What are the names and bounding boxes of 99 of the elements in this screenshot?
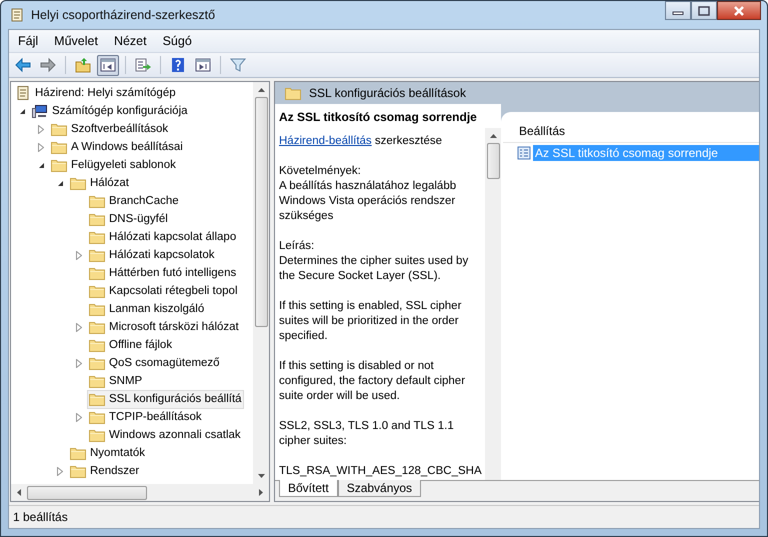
folder-icon: [89, 302, 105, 316]
help-icon: [170, 57, 186, 73]
setting-icon: [517, 146, 531, 160]
collapsed-triangle-icon[interactable]: [38, 142, 44, 152]
description-paragraph: If this setting is enabled, SSL cipher suites will be prioritized in the order specified.: [279, 299, 462, 344]
folder-icon: [285, 86, 301, 100]
tree-item[interactable]: Offline fájlok: [87, 336, 174, 354]
scroll-down-icon[interactable]: [258, 474, 264, 478]
scroll-up-icon[interactable]: [258, 88, 264, 92]
description-paragraph: TLS_RSA_WITH_AES_128_CBC_SHA: [279, 464, 483, 479]
scroll-right-icon[interactable]: [259, 489, 263, 496]
right-arrow-icon: [40, 57, 56, 73]
folder-icon: [89, 410, 105, 424]
scroll-thumb[interactable]: [486, 143, 500, 179]
edit-policy-text: Házirend-beállítás szerkesztése: [279, 134, 443, 149]
expanded-triangle-icon[interactable]: [56, 180, 64, 186]
menu-item[interactable]: Fájl: [11, 32, 46, 50]
scroll-icon: [15, 85, 31, 101]
panel-icon: [100, 57, 116, 73]
column-header[interactable]: Beállítás: [503, 120, 759, 143]
collapsed-triangle-icon[interactable]: [76, 322, 82, 332]
left-arrow-icon: [15, 57, 31, 73]
folder-icon: [89, 194, 105, 208]
tree-item[interactable]: DNS-ügyfél: [87, 210, 170, 228]
section-header: SSL konfigurációs beállítások: [275, 82, 759, 104]
computer-icon: [32, 104, 48, 118]
collapsed-triangle-icon[interactable]: [38, 124, 44, 134]
maximize-icon: [698, 6, 710, 16]
folder-icon: [70, 446, 86, 460]
tree-item[interactable]: Windows azonnali csatlak: [87, 426, 243, 444]
window-title: Helyi csoportházirend-szerkesztő: [31, 8, 216, 22]
folder-icon: [89, 320, 105, 334]
filter-icon: [230, 57, 246, 73]
folder-icon: [89, 428, 105, 442]
scroll-up-icon[interactable]: [490, 134, 496, 138]
tree-item[interactable]: Házirend: Helyi számítógép: [13, 84, 178, 102]
folder-up-icon: [75, 57, 91, 73]
tree-item[interactable]: Rendszer: [68, 462, 142, 480]
expanded-triangle-icon[interactable]: [38, 162, 44, 168]
tree-item[interactable]: SNMP: [87, 372, 144, 390]
collapsed-triangle-icon[interactable]: [57, 466, 63, 476]
folder-icon: [89, 338, 105, 352]
menu-item[interactable]: Nézet: [106, 32, 154, 50]
horizontal-scrollbar[interactable]: [11, 484, 269, 501]
minimize-button[interactable]: [665, 1, 691, 20]
tree-item[interactable]: BranchCache: [87, 192, 181, 210]
tab[interactable]: Bővített: [279, 480, 338, 497]
description-paragraph: Leírás: Determines the cipher suites used by the Secure Socket Layer (SSL).: [279, 239, 470, 284]
tree-item[interactable]: Lanman kiszolgáló: [87, 300, 206, 318]
folder-icon: [70, 464, 86, 478]
tree-item[interactable]: Nyomtatók: [68, 444, 147, 462]
folder-icon: [89, 392, 105, 406]
tree-item[interactable]: Számítógép konfigurációja: [30, 102, 190, 120]
folder-icon: [89, 230, 105, 244]
folder-icon: [51, 122, 67, 136]
description-paragraph: SSL2, SSL3, TLS 1.0 and TLS 1.1 cipher suites:: [279, 419, 455, 449]
panel-icon: [195, 57, 211, 73]
tree-item[interactable]: Hálózati kapcsolatok: [87, 246, 216, 264]
tree-toggle-button[interactable]: [97, 54, 119, 76]
close-icon: [732, 6, 746, 16]
scroll-icon: [9, 7, 25, 23]
folder-icon: [51, 140, 67, 154]
tree-item[interactable]: Felügyeleti sablonok: [49, 156, 178, 174]
setting-title: Az SSL titkosító csomag sorrendje: [278, 109, 478, 126]
menu-item[interactable]: Súgó: [156, 32, 199, 50]
tree-item[interactable]: Kapcsolati rétegbeli topol: [87, 282, 240, 300]
tree-item[interactable]: Háttérben futó intelligens: [87, 264, 238, 282]
tree-item[interactable]: A Windows beállításai: [49, 138, 185, 156]
menu-item[interactable]: Művelet: [47, 32, 105, 50]
tree-item[interactable]: TCPIP-beállítások: [87, 408, 204, 426]
collapsed-triangle-icon[interactable]: [76, 358, 82, 368]
status-bar: 1 beállítás: [9, 505, 759, 528]
folder-icon: [51, 158, 67, 172]
folder-icon: [89, 266, 105, 280]
folder-icon: [70, 176, 86, 190]
folder-icon: [89, 212, 105, 226]
tree-item[interactable]: Hálózat: [68, 174, 131, 192]
tree-item[interactable]: QoS csomagütemező: [87, 354, 222, 372]
tree-item[interactable]: Szoftverbeállítások: [49, 120, 170, 138]
vertical-scrollbar[interactable]: [253, 82, 269, 484]
scroll-left-icon[interactable]: [17, 489, 21, 496]
collapsed-triangle-icon[interactable]: [76, 412, 82, 422]
close-button[interactable]: [717, 1, 761, 20]
maximize-button[interactable]: [691, 1, 717, 20]
description-paragraph: Követelmények: A beállítás használatához legalább Windows Vista operációs rendszer szükséges: [279, 164, 458, 224]
folder-icon: [89, 284, 105, 298]
description-paragraph: If this setting is disabled or not configured, the factory default cipher suite order will be used.: [279, 359, 466, 404]
folder-icon: [89, 374, 105, 388]
collapsed-triangle-icon[interactable]: [76, 250, 82, 260]
folder-icon: [89, 248, 105, 262]
tab[interactable]: Szabványos: [338, 480, 422, 497]
list-arrow-icon: [135, 57, 151, 73]
vertical-scrollbar[interactable]: [485, 128, 501, 480]
tree-item[interactable]: Hálózati kapcsolat állapo: [87, 228, 238, 246]
tree-item[interactable]: Microsoft társközi hálózat: [87, 318, 241, 336]
tree-item[interactable]: SSL konfigurációs beállítá: [87, 390, 244, 408]
expanded-triangle-icon[interactable]: [18, 108, 26, 114]
folder-icon: [89, 356, 105, 370]
policy-link[interactable]: Házirend-beállítás: [279, 135, 372, 147]
